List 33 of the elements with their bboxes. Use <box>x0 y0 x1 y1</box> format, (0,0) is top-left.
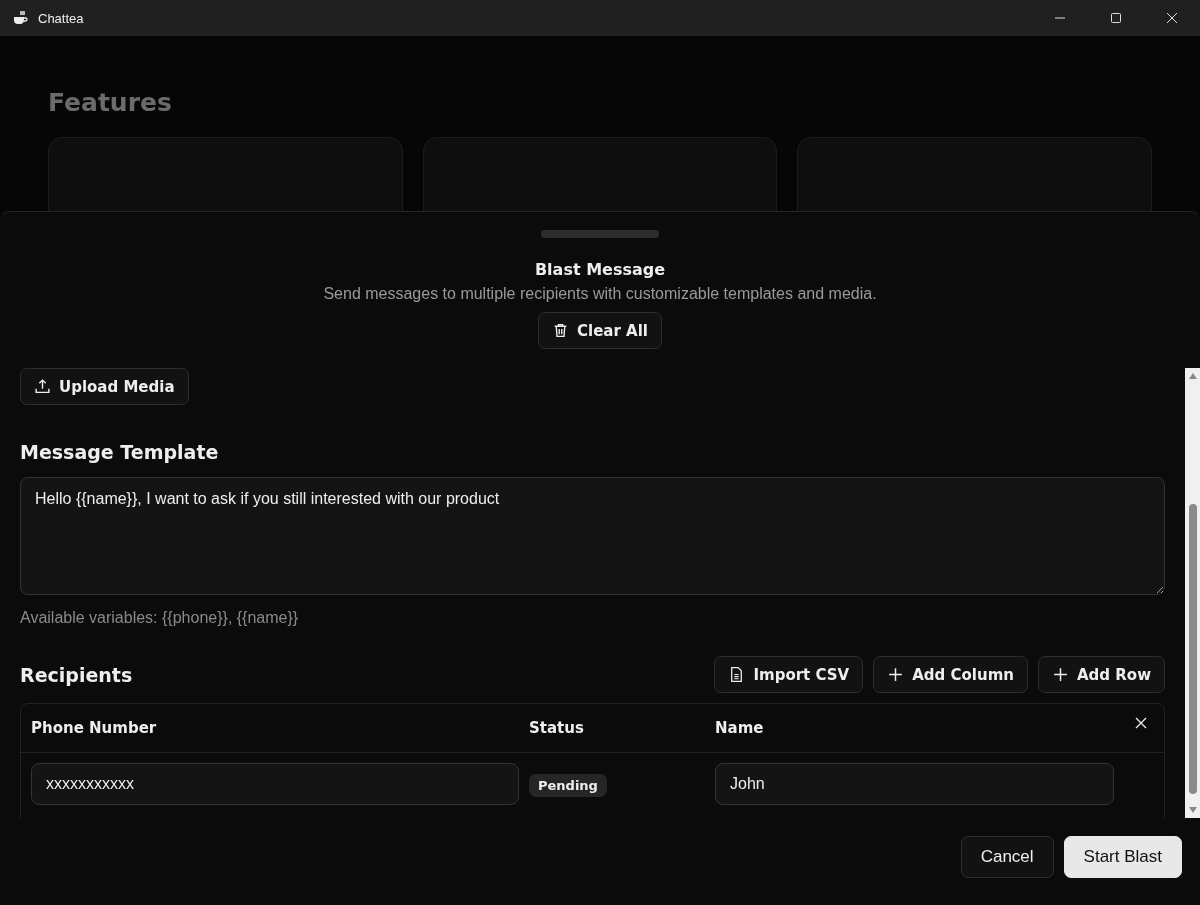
window-title: Chattea <box>38 10 84 26</box>
scroll-down-icon[interactable] <box>1187 805 1198 815</box>
toolbar-button[interactable]: Add Row <box>1037 656 1165 693</box>
close-icon[interactable] <box>1166 12 1178 24</box>
page-heading: Features <box>48 88 173 117</box>
message-template-field[interactable]: Hello {{name}}, I want to ask if you still interested with our product <box>20 477 1165 595</box>
sheet-title: Blast Message <box>534 260 666 279</box>
maximize-icon[interactable] <box>1110 12 1122 24</box>
scrollbar[interactable] <box>1185 368 1200 818</box>
plus-icon <box>887 666 905 683</box>
phone-input[interactable]: xxxxxxxxxxx <box>31 763 519 805</box>
column-header: Phone Number <box>31 719 158 737</box>
upload-media-button[interactable]: Upload Media <box>20 368 189 405</box>
trash-icon <box>552 322 569 339</box>
toolbar-button[interactable]: Add Column <box>873 656 1028 693</box>
drag-handle[interactable] <box>541 230 659 238</box>
status-badge: Pending <box>529 773 607 797</box>
scroll-up-icon[interactable] <box>1187 371 1198 381</box>
sheet-description: Send messages to multiple recipients with customizable templates and media. <box>323 285 877 303</box>
column-header: Status <box>529 719 585 737</box>
cup-icon <box>12 10 28 26</box>
section-heading: Message Template <box>20 441 220 463</box>
column-header: Name <box>715 719 765 737</box>
plus-icon <box>1051 666 1069 683</box>
cancel-button[interactable]: Cancel <box>960 836 1054 878</box>
clear-all-button[interactable]: Clear All <box>538 312 662 349</box>
toolbar-button[interactable]: Import CSV <box>714 656 864 693</box>
start-blast-button[interactable]: Start Blast <box>1063 836 1182 878</box>
upload-icon <box>34 378 51 395</box>
close-icon[interactable] <box>1135 717 1147 729</box>
name-input[interactable]: John <box>715 763 1114 805</box>
variables-hint: Available variables: {{phone}}, {{name}} <box>20 609 300 627</box>
section-heading: Recipients <box>20 663 133 686</box>
